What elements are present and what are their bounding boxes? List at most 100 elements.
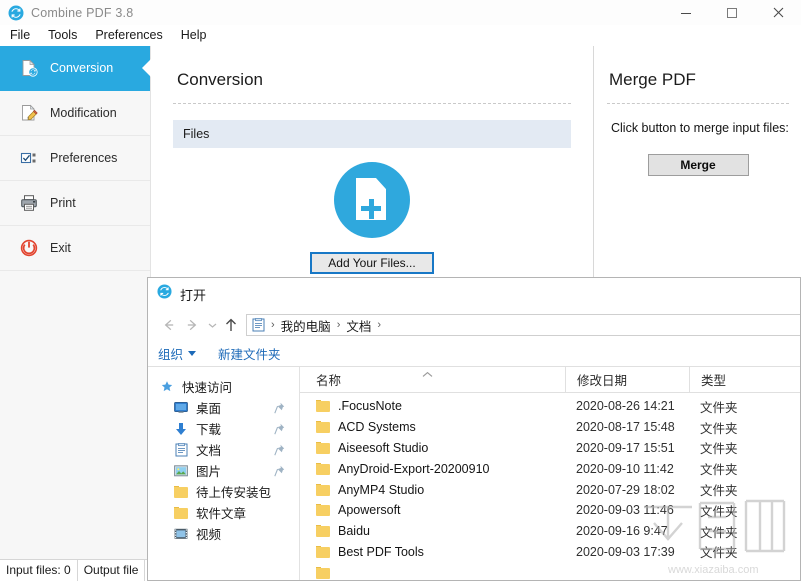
menu-file[interactable]: File — [0, 25, 39, 46]
status-input-files: Input files: 0 — [0, 560, 78, 581]
nav-item-quick-access[interactable]: 快速访问 — [148, 376, 299, 397]
file-name: Baidu — [338, 524, 370, 539]
pin-icon[interactable] — [274, 422, 285, 440]
sidebar-item-modification[interactable]: Modification — [0, 91, 150, 136]
dialog-body: 快速访问 桌面 下载 文档 图片 待上传安装包 软件文章 视频 名称 修改日期 … — [148, 367, 800, 580]
minimize-button[interactable] — [663, 0, 709, 25]
star-pin-icon — [158, 380, 176, 394]
file-date: 2020-09-17 15:51 — [576, 440, 675, 455]
pin-icon[interactable] — [274, 443, 285, 461]
window-controls — [663, 0, 801, 25]
nav-label: 桌面 — [196, 402, 222, 416]
file-name: Aiseesoft Studio — [338, 440, 429, 455]
file-rows: .FocusNote 2020-08-26 14:21 文件夹 ACD Syst… — [300, 393, 800, 580]
file-name-cell: Best PDF Tools — [300, 545, 565, 559]
sidebar-label-exit: Exit — [50, 241, 71, 255]
file-type: 文件夹 — [700, 421, 738, 436]
table-row[interactable]: Apowersoft 2020-09-03 11:46 文件夹 — [300, 500, 800, 521]
file-date: 2020-08-17 15:48 — [576, 420, 675, 435]
table-row[interactable]: AnyDroid-Export-20200910 2020-09-10 11:4… — [300, 458, 800, 479]
add-file-icon[interactable] — [334, 162, 410, 238]
files-label: Files — [183, 127, 210, 141]
pin-icon[interactable] — [274, 401, 285, 419]
sidebar-item-print[interactable]: Print — [0, 181, 150, 226]
menu-bar: File Tools Preferences Help — [0, 25, 801, 46]
table-row[interactable]: ACD Systems 2020-08-17 15:48 文件夹 — [300, 417, 800, 438]
table-row-partial[interactable] — [300, 562, 800, 580]
merge-button[interactable]: Merge — [647, 154, 749, 176]
file-type: 文件夹 — [700, 546, 738, 561]
file-name: AnyDroid-Export-20200910 — [338, 461, 490, 476]
merge-hint-text: Click button to merge input files: — [611, 121, 789, 135]
new-folder-button[interactable]: 新建文件夹 — [218, 344, 281, 363]
documents-icon — [252, 318, 265, 332]
sidebar-item-conversion[interactable]: Conversion — [0, 46, 151, 91]
file-name-cell — [300, 566, 565, 579]
nav-item-software-articles[interactable]: 软件文章 — [148, 502, 299, 523]
printer-icon — [16, 194, 42, 212]
file-type: 文件夹 — [700, 442, 738, 457]
nav-item-pictures[interactable]: 图片 — [148, 460, 299, 481]
forward-arrow-icon[interactable] — [180, 312, 204, 338]
document-convert-icon — [16, 59, 42, 77]
nav-label: 文档 — [196, 444, 222, 458]
table-row[interactable]: AnyMP4 Studio 2020-07-29 18:02 文件夹 — [300, 479, 800, 500]
file-dropzone[interactable]: Add Your Files... — [151, 162, 593, 274]
nav-item-downloads[interactable]: 下载 — [148, 418, 299, 439]
nav-item-upload-packages[interactable]: 待上传安装包 — [148, 481, 299, 502]
nav-label: 视频 — [196, 528, 222, 542]
close-button[interactable] — [755, 0, 801, 25]
address-bar[interactable]: › 我的电脑 › 文档 › — [246, 314, 800, 336]
checkbox-list-icon — [16, 149, 42, 167]
arrow-up-icon[interactable] — [220, 312, 242, 338]
file-name: ACD Systems — [338, 420, 416, 435]
file-name-cell: ACD Systems — [300, 420, 565, 434]
nav-item-videos[interactable]: 视频 — [148, 523, 299, 544]
file-date: 2020-09-03 11:46 — [576, 503, 674, 518]
file-name-cell: Apowersoft — [300, 503, 565, 517]
add-your-files-button[interactable]: Add Your Files... — [310, 252, 434, 274]
column-header-date[interactable]: 修改日期 — [565, 367, 689, 392]
back-arrow-icon[interactable] — [156, 312, 180, 338]
table-row[interactable]: Aiseesoft Studio 2020-09-17 15:51 文件夹 — [300, 438, 800, 459]
desktop-icon — [172, 401, 190, 414]
file-name-cell: AnyDroid-Export-20200910 — [300, 462, 565, 476]
pin-icon[interactable] — [274, 464, 285, 482]
status-output-files: Output file — [78, 560, 146, 581]
nav-item-desktop[interactable]: 桌面 — [148, 397, 299, 418]
file-type: 文件夹 — [700, 400, 738, 415]
file-date: 2020-07-29 18:02 — [576, 482, 675, 497]
file-name-cell: .FocusNote — [300, 399, 565, 413]
window-title: Combine PDF 3.8 — [31, 5, 134, 20]
sidebar-label-print: Print — [50, 196, 76, 210]
sidebar-label-conversion: Conversion — [50, 61, 114, 75]
menu-help[interactable]: Help — [172, 25, 216, 46]
breadcrumb-item-0[interactable]: 我的电脑 — [281, 316, 331, 335]
sidebar-item-exit[interactable]: Exit — [0, 226, 150, 271]
breadcrumb-item-1[interactable]: 文档 — [346, 316, 371, 335]
file-list-pane: 名称 修改日期 类型 .FocusNote 2020-08-26 14:21 文… — [300, 367, 800, 580]
menu-tools[interactable]: Tools — [39, 25, 86, 46]
dialog-title-bar: 打开 — [148, 278, 800, 310]
folder-icon — [316, 421, 330, 434]
caret-down-icon[interactable] — [188, 350, 197, 356]
folder-icon — [316, 462, 330, 475]
dialog-toolbar: 组织 新建文件夹 — [148, 340, 800, 367]
folder-icon — [316, 483, 330, 496]
column-header-type[interactable]: 类型 — [689, 367, 789, 392]
chevron-down-icon[interactable] — [204, 312, 220, 338]
nav-item-documents[interactable]: 文档 — [148, 439, 299, 460]
sidebar-item-preferences[interactable]: Preferences — [0, 136, 150, 181]
table-row[interactable]: Baidu 2020-09-16 9:47 文件夹 — [300, 521, 800, 542]
menu-preferences[interactable]: Preferences — [86, 25, 171, 46]
organize-button[interactable]: 组织 — [158, 344, 183, 363]
nav-label: 软件文章 — [196, 507, 247, 521]
dialog-navigation-bar: › 我的电脑 › 文档 › — [148, 310, 800, 340]
maximize-button[interactable] — [709, 0, 755, 25]
folder-icon — [172, 506, 190, 519]
folder-icon — [316, 441, 330, 454]
table-row[interactable]: Best PDF Tools 2020-09-03 17:39 文件夹 — [300, 542, 800, 563]
table-row[interactable]: .FocusNote 2020-08-26 14:21 文件夹 — [300, 396, 800, 417]
file-name: Apowersoft — [338, 503, 401, 518]
breadcrumb-separator: › — [271, 319, 275, 331]
